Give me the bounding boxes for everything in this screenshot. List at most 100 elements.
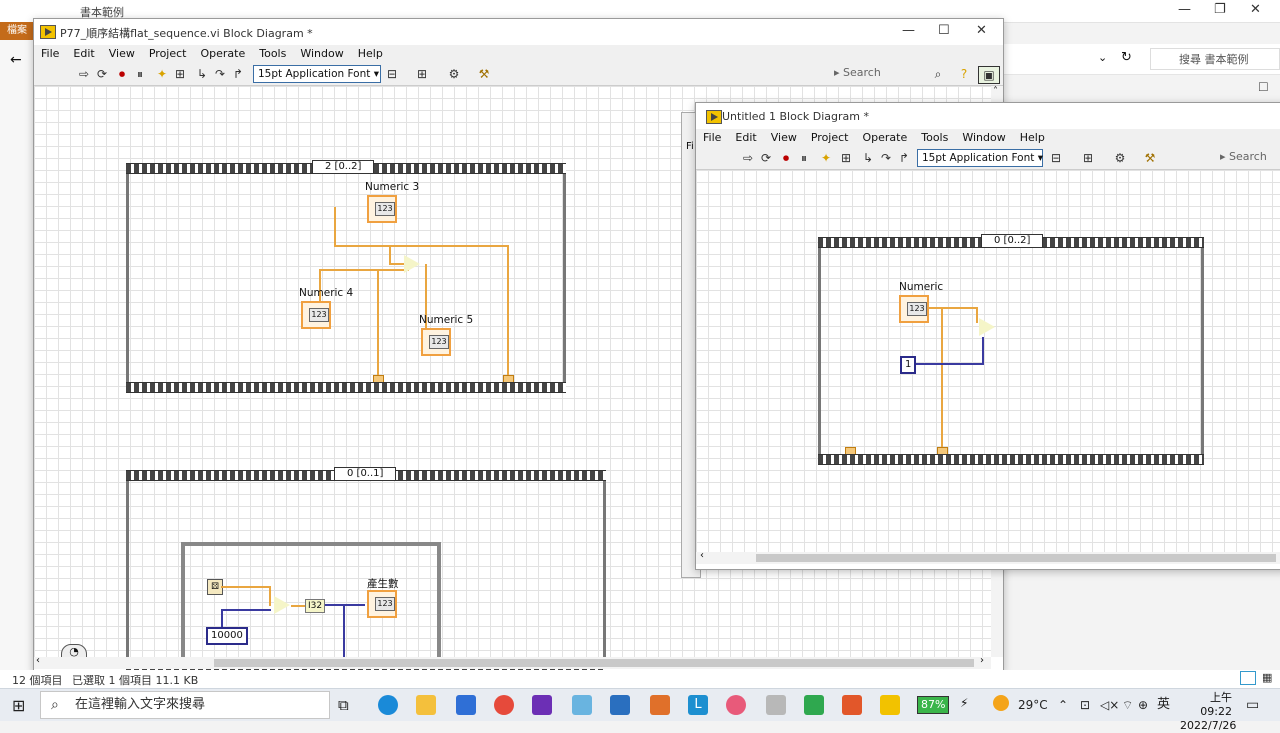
font-select[interactable]: 15pt Application Font ▾ [253, 65, 381, 83]
font-select[interactable]: 15pt Application Font ▾ [917, 149, 1043, 167]
run-arrow-icon[interactable]: ⇨ [76, 66, 92, 82]
menu-tools[interactable]: Tools [252, 45, 293, 63]
edge-icon[interactable] [378, 695, 398, 715]
sequence-tunnel[interactable] [845, 447, 856, 458]
menu-help[interactable]: Help [1013, 129, 1052, 147]
tiles-view-icon[interactable]: ▦ [1262, 671, 1272, 684]
search-input[interactable]: ▸ Search [1220, 150, 1267, 163]
reorder-icon[interactable]: ⚙ [446, 66, 462, 82]
multiply-node[interactable] [274, 596, 290, 614]
ime-indicator[interactable]: 英 [1157, 689, 1170, 721]
step-over-icon[interactable]: ↷ [212, 66, 228, 82]
mail-icon[interactable] [610, 695, 630, 715]
volume-icon[interactable]: ◁× [1100, 689, 1119, 721]
scroll-left-icon[interactable]: ‹ [36, 655, 40, 666]
sequence-tunnel[interactable] [373, 375, 384, 386]
horizontal-scrollbar[interactable]: ‹ › [34, 655, 991, 669]
menu-tools[interactable]: Tools [914, 129, 955, 147]
sequence-frame-0[interactable]: 0 [0..2] Numeric 123 1 [818, 234, 1204, 465]
run-continuously-icon[interactable]: ⟳ [758, 150, 774, 166]
frame-selector[interactable]: 0 [0..1] [334, 467, 397, 481]
maximize-icon[interactable]: ☐ [1258, 80, 1269, 94]
pause-icon[interactable]: ⏸ [796, 150, 812, 166]
abort-icon[interactable]: ⏺ [114, 66, 130, 82]
scrollbar-thumb[interactable] [214, 659, 974, 667]
chrome-icon[interactable] [494, 695, 514, 715]
numeric-4-terminal[interactable]: 123 [301, 301, 331, 329]
details-view-icon[interactable] [1240, 671, 1256, 685]
produce-terminal[interactable]: 123 [367, 590, 397, 618]
menu-window[interactable]: Window [955, 129, 1012, 147]
menu-view[interactable]: View [102, 45, 142, 63]
battery-indicator[interactable]: 87% [917, 696, 950, 714]
clean-up-diagram-icon[interactable]: ⚒ [476, 66, 492, 82]
step-into-icon[interactable]: ↳ [194, 66, 210, 82]
step-into-icon[interactable]: ↳ [860, 150, 876, 166]
scrollbar-thumb[interactable] [756, 554, 1276, 562]
clean-up-diagram-icon[interactable]: ⚒ [1142, 150, 1158, 166]
highlight-execution-icon[interactable]: ✦ [818, 150, 834, 166]
horizontal-scrollbar[interactable]: ‹ [696, 550, 1280, 564]
menu-file[interactable]: File [696, 129, 728, 147]
reorder-icon[interactable]: ⚙ [1112, 150, 1128, 166]
step-out-icon[interactable]: ↱ [896, 150, 912, 166]
ribbon-tab-file[interactable]: 檔案 [0, 22, 34, 40]
constant-10000[interactable]: 10000 [206, 627, 248, 645]
sequence-frame-0[interactable]: 0 [0..1] ⚄ I32 產生數 123 10000 [126, 467, 606, 671]
retain-wire-values-icon[interactable]: ⊞ [838, 150, 854, 166]
frame-selector[interactable]: 2 [0..2] [312, 160, 375, 174]
vi-icon[interactable]: ▣ [978, 66, 1000, 84]
pause-icon[interactable]: ⏸ [132, 66, 148, 82]
frame-selector[interactable]: 0 [0..2] [981, 234, 1044, 248]
highlight-execution-icon[interactable]: ✦ [154, 66, 170, 82]
run-arrow-icon[interactable]: ⇨ [740, 150, 756, 166]
network-icon[interactable]: ⊡ [1080, 689, 1090, 721]
retain-wire-values-icon[interactable]: ⊞ [172, 66, 188, 82]
menu-project[interactable]: Project [804, 129, 856, 147]
file-explorer-icon[interactable] [416, 695, 436, 715]
close-icon[interactable]: ✕ [976, 23, 987, 38]
menu-edit[interactable]: Edit [728, 129, 763, 147]
search-input[interactable]: ▸ Search [834, 66, 881, 79]
step-over-icon[interactable]: ↷ [878, 150, 894, 166]
temperature[interactable]: 29°C [1018, 689, 1048, 721]
notification-icon[interactable]: ▭ [1246, 689, 1259, 721]
line-icon[interactable] [804, 695, 824, 715]
sequence-tunnel[interactable] [937, 447, 948, 458]
scroll-left-icon[interactable]: ‹ [700, 550, 704, 561]
align-objects-icon[interactable]: ⊟ [384, 66, 400, 82]
scroll-up-icon[interactable]: ˄ [993, 86, 998, 97]
menu-edit[interactable]: Edit [66, 45, 101, 63]
explorer-search-input[interactable]: 搜尋 書本範例 [1150, 48, 1280, 70]
chevron-down-icon[interactable]: ⌄ [1098, 51, 1107, 64]
visual-studio-icon[interactable] [532, 695, 552, 715]
task-view-icon[interactable]: ⧉ [338, 696, 349, 714]
sequence-frame-2[interactable]: 2 [0..2] Numeric 3 123 Numeric 4 123 Num… [126, 160, 566, 393]
clock[interactable]: 上午 09:22 2022/7/26 [1180, 691, 1236, 733]
menu-operate[interactable]: Operate [855, 129, 914, 147]
windows-start-icon[interactable]: ⊞ [12, 696, 25, 715]
menu-file[interactable]: File [34, 45, 66, 63]
numeric-terminal[interactable]: 123 [899, 295, 929, 323]
diagram-canvas[interactable]: 0 [0..2] Numeric 123 1 [696, 170, 1280, 552]
minimize-icon[interactable]: — [1178, 2, 1191, 17]
to-i32-node[interactable]: I32 [305, 599, 326, 613]
labview-icon[interactable] [880, 695, 900, 715]
app-icon[interactable] [842, 695, 862, 715]
menu-project[interactable]: Project [142, 45, 194, 63]
menu-help[interactable]: Help [351, 45, 390, 63]
taskbar-search-input[interactable]: ⌕ 在這裡輸入文字來搜尋 [40, 691, 330, 719]
minimize-icon[interactable]: — [902, 23, 915, 38]
back-arrow-icon[interactable]: ← [10, 52, 22, 68]
numeric-5-terminal[interactable]: 123 [421, 328, 451, 356]
sequence-tunnel[interactable] [503, 375, 514, 386]
search-icon[interactable]: ⌕ [930, 66, 946, 82]
weather-icon[interactable] [993, 695, 1009, 711]
l-app-icon[interactable]: L [688, 695, 708, 715]
app-icon[interactable] [726, 695, 746, 715]
store-icon[interactable] [456, 695, 476, 715]
help-icon[interactable]: ? [956, 66, 972, 82]
align-objects-icon[interactable]: ⊟ [1048, 150, 1064, 166]
chevron-up-icon[interactable]: ⌃ [1058, 689, 1068, 721]
distribute-objects-icon[interactable]: ⊞ [1080, 150, 1096, 166]
